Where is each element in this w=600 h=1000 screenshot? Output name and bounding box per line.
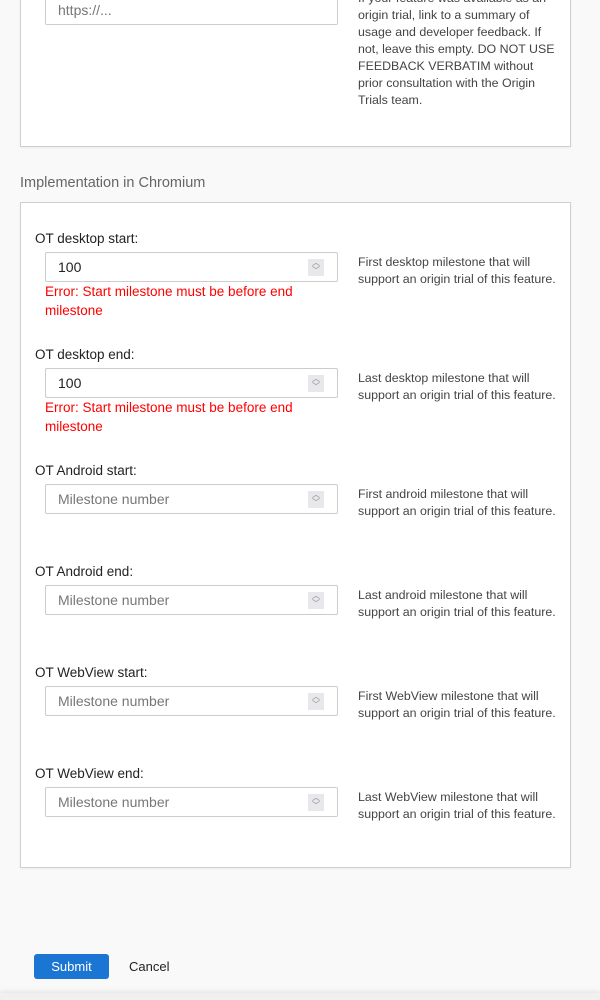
field-help: Last android milestone that will support… xyxy=(358,588,556,619)
milestone-input[interactable]: 100 ︿ ﹀ xyxy=(45,368,338,398)
field-help: First desktop milestone that will suppor… xyxy=(358,255,556,286)
error-text: : Start milestone must be before end mil… xyxy=(45,284,293,318)
milestone-input[interactable]: Milestone number ︿ ﹀ xyxy=(45,585,338,615)
field-label: OT WebView end: xyxy=(35,766,144,781)
spinner-icon[interactable]: ︿ ﹀ xyxy=(308,592,324,609)
field-label: OT Android start: xyxy=(35,463,137,478)
milestone-input[interactable]: Milestone number ︿ ﹀ xyxy=(45,484,338,514)
spinner-icon[interactable]: ︿ ﹀ xyxy=(308,375,324,392)
field-label: OT Android end: xyxy=(35,564,134,579)
input-placeholder: Milestone number xyxy=(58,794,170,810)
error-message: Error: Start milestone must be before en… xyxy=(45,282,335,320)
field-label: OT WebView start: xyxy=(35,665,148,680)
field-help: First android milestone that will suppor… xyxy=(358,487,556,518)
error-prefix: Error xyxy=(45,284,75,299)
field-help: Last WebView milestone that will support… xyxy=(358,790,556,821)
field-label: OT desktop end: xyxy=(35,347,135,362)
field-help: First WebView milestone that will suppor… xyxy=(358,689,556,720)
input-value: 100 xyxy=(58,375,82,391)
cancel-button[interactable]: Cancel xyxy=(129,954,169,979)
footer-bar xyxy=(0,993,600,1000)
milestone-input[interactable]: 100 ︿ ﹀ xyxy=(45,252,338,282)
ot-feedback-help: If your feature was available as an orig… xyxy=(358,0,555,107)
implementation-panel: OT desktop start: 100 ︿ ﹀ Error: Start mi… xyxy=(20,202,571,868)
spinner-icon[interactable]: ︿ ﹀ xyxy=(308,794,324,811)
origin-trial-feedback-panel: https://... If your feature was availabl… xyxy=(20,0,571,147)
section-title: Implementation in Chromium xyxy=(20,175,206,191)
error-text: : Start milestone must be before end mil… xyxy=(45,400,293,434)
input-value: 100 xyxy=(58,259,82,275)
input-placeholder: Milestone number xyxy=(58,592,170,608)
field-help: Last desktop milestone that will support… xyxy=(358,371,556,402)
spinner-icon[interactable]: ︿ ﹀ xyxy=(308,259,324,276)
ot-feedback-url-input[interactable]: https://... xyxy=(45,0,338,25)
error-prefix: Error xyxy=(45,400,75,415)
milestone-input[interactable]: Milestone number ︿ ﹀ xyxy=(45,686,338,716)
submit-button[interactable]: Submit xyxy=(34,954,109,979)
input-placeholder: Milestone number xyxy=(58,693,170,709)
url-placeholder: https://... xyxy=(58,2,112,18)
error-message: Error: Start milestone must be before en… xyxy=(45,398,335,436)
spinner-icon[interactable]: ︿ ﹀ xyxy=(308,693,324,710)
spinner-icon[interactable]: ︿ ﹀ xyxy=(308,491,324,508)
field-label: OT desktop start: xyxy=(35,231,139,246)
input-placeholder: Milestone number xyxy=(58,491,170,507)
milestone-input[interactable]: Milestone number ︿ ﹀ xyxy=(45,787,338,817)
